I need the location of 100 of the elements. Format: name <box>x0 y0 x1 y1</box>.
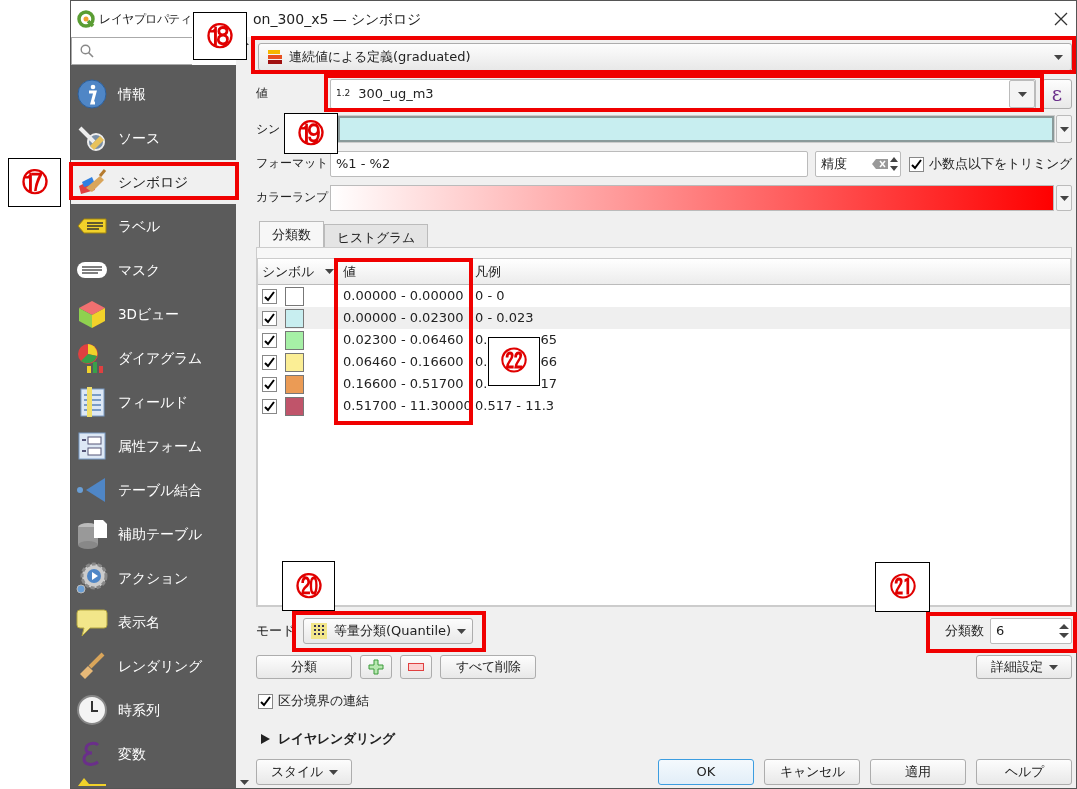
sidebar-item[interactable]: アクション <box>71 556 236 600</box>
checkbox[interactable] <box>262 332 277 348</box>
caret-icon <box>1048 664 1058 670</box>
format-field[interactable]: %1 - %2 <box>330 151 808 177</box>
table-cell-text: 0 - 0.023 <box>475 309 534 328</box>
caret-icon <box>1054 54 1063 60</box>
callout-number: ㉒ <box>488 337 540 386</box>
caret-icon <box>457 628 467 634</box>
table-cell-text: 66 <box>540 353 557 372</box>
dialog-button[interactable]: ヘルプ <box>976 759 1072 785</box>
callout-number: ⑱ <box>193 12 247 60</box>
checkbox[interactable] <box>262 354 277 370</box>
sidebar-item[interactable]: 3Dビュー <box>71 292 236 336</box>
sidebar-item[interactable]: 表示名 <box>71 600 236 644</box>
class-count-spinbox[interactable]: 6 <box>990 618 1072 644</box>
table-cell-text: 0.00000 - 0.00000 <box>342 287 465 306</box>
sort-arrow-icon[interactable] <box>325 269 334 274</box>
field-label: カラーランプ <box>256 189 330 207</box>
dropdown-button[interactable] <box>1056 185 1072 211</box>
advanced-button[interactable]: 詳細設定 <box>976 655 1072 679</box>
classes-icon <box>310 622 328 640</box>
sidebar-item[interactable]: 変数 <box>71 732 236 776</box>
clear-icon <box>872 159 888 169</box>
cube-icon <box>76 298 108 330</box>
column-header[interactable]: 凡例 <box>473 261 1070 282</box>
precision-spinbox[interactable]: 精度 <box>815 151 901 177</box>
symbol-color-button[interactable] <box>338 116 1054 142</box>
dialog-button[interactable]: キャンセル <box>764 759 860 785</box>
window-title: on_300_x5 — シンボロジ <box>253 9 422 29</box>
checkbox[interactable] <box>262 376 277 392</box>
tab[interactable]: ヒストグラム <box>324 224 428 247</box>
sidebar-item[interactable]: 時系列 <box>71 688 236 732</box>
window-title: レイヤプロパティ <box>99 11 191 28</box>
callout-number: ㉑ <box>875 562 930 612</box>
sidebar-item[interactable]: ラベル <box>71 204 236 248</box>
attribute-field[interactable]: 1.2 300_ug_m3 <box>330 79 1036 109</box>
table-cell-text: 0.00000 - 0.02300 <box>342 309 465 328</box>
color-swatch[interactable] <box>285 352 304 372</box>
search-field[interactable] <box>71 37 192 65</box>
mode-dropdown[interactable]: 等量分類(Quantile) <box>303 618 474 644</box>
checkbox[interactable] <box>262 288 277 304</box>
renderer-dropdown[interactable]: 連続値による定義(graduated) <box>258 43 1072 71</box>
database-icon <box>76 518 108 550</box>
classify-button[interactable]: 分類 <box>256 655 352 679</box>
color-swatch[interactable] <box>285 286 304 306</box>
checkbox[interactable] <box>909 156 924 172</box>
sidebar-item[interactable]: マスク <box>71 248 236 292</box>
color-swatch[interactable] <box>285 396 304 416</box>
gear-play-icon <box>76 562 108 594</box>
remove-class-button[interactable] <box>400 655 432 679</box>
color-swatch[interactable] <box>285 330 304 350</box>
callout-number: ⑲ <box>284 113 338 154</box>
callout-number: ⑰ <box>8 158 61 207</box>
sidebar-item[interactable]: ソース <box>71 116 236 160</box>
sidebar-item[interactable]: 補助テーブル <box>71 512 236 556</box>
close-icon[interactable] <box>1054 12 1068 26</box>
checkbox-label: 区分境界の連結 <box>278 692 369 711</box>
dialog-button[interactable]: OK <box>658 759 754 785</box>
spin-arrows-icon <box>888 156 900 172</box>
field-label: 値 <box>256 85 269 103</box>
sidebar-item[interactable]: ダイアグラム <box>71 336 236 380</box>
table-cell-text: 0.02300 - 0.06460 <box>342 331 465 350</box>
speech-bubble-icon <box>76 606 108 638</box>
sidebar-item[interactable]: テーブル結合 <box>71 468 236 512</box>
table-cell-text: 0. <box>475 353 488 372</box>
expression-button[interactable]: ε <box>1042 79 1072 109</box>
checkbox[interactable] <box>262 398 277 414</box>
dropdown-button[interactable] <box>1056 115 1072 143</box>
plus-icon <box>368 659 384 675</box>
column-header[interactable]: 値 <box>338 261 473 282</box>
sidebar-item[interactable]: レンダリング <box>71 644 236 688</box>
scroll-down-icon[interactable] <box>239 780 249 785</box>
delete-all-button[interactable]: すべて削除 <box>440 655 536 679</box>
clock-icon <box>76 694 108 726</box>
form-icon <box>76 430 108 462</box>
expand-arrow-icon[interactable] <box>261 734 270 744</box>
color-swatch[interactable] <box>285 374 304 394</box>
table-cell-text: 65 <box>540 331 557 350</box>
caret-icon <box>1017 91 1027 97</box>
checkbox[interactable] <box>262 310 277 326</box>
caret-icon <box>1059 126 1069 132</box>
checkbox[interactable] <box>258 693 273 709</box>
style-button[interactable]: スタイル <box>256 759 352 785</box>
color-ramp-button[interactable] <box>330 185 1054 211</box>
app-logo-icon <box>77 10 95 28</box>
spin-arrows-icon <box>1057 622 1071 640</box>
table-cell-text: 0.16600 - 0.51700 <box>342 375 465 394</box>
caret-icon <box>1059 195 1069 201</box>
tab[interactable]: 分類数 <box>259 221 324 247</box>
section-header[interactable]: レイヤレンダリング <box>278 729 395 749</box>
sidebar-item[interactable]: 属性フォーム <box>71 424 236 468</box>
sidebar-item[interactable]: 情報 <box>71 72 236 116</box>
sidebar-item[interactable]: フィールド <box>71 380 236 424</box>
color-swatch[interactable] <box>285 308 304 328</box>
column-header[interactable]: シンボル <box>262 261 314 282</box>
dialog-button[interactable]: 適用 <box>870 759 966 785</box>
field-label: 分類数 <box>945 622 984 641</box>
table-cell-text: 0.517 - 11.3 <box>475 397 555 416</box>
field-label: シン <box>256 122 280 137</box>
callout-number: ⑳ <box>282 561 335 611</box>
